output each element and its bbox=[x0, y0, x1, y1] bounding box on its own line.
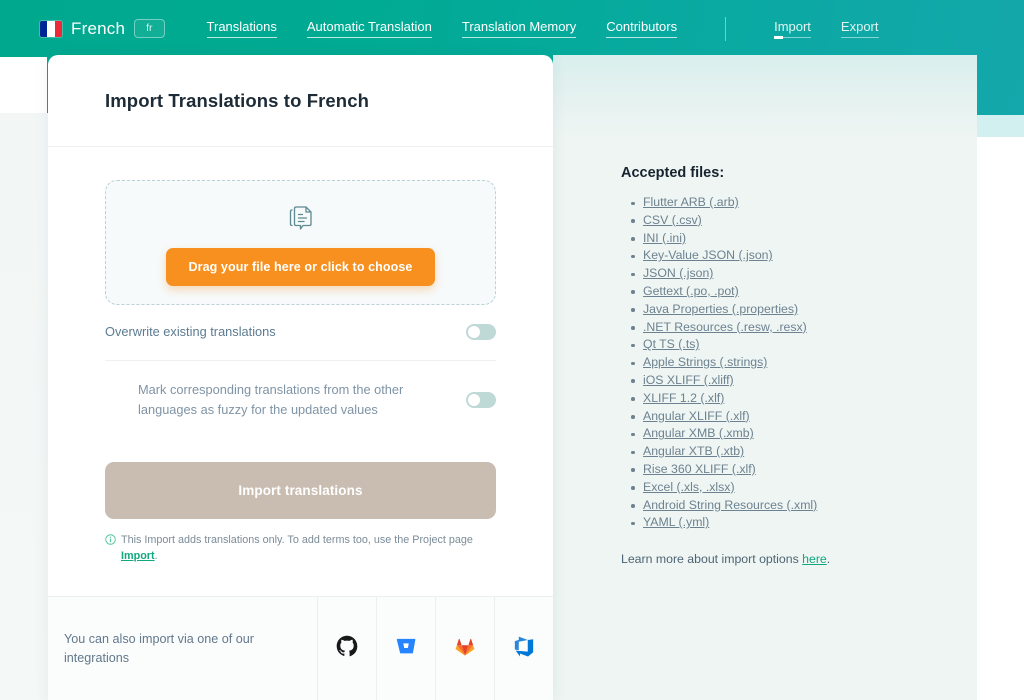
file-format-link[interactable]: Angular XMB (.xmb) bbox=[643, 426, 754, 440]
list-item: Angular XLIFF (.xlf) bbox=[643, 408, 977, 426]
option-overwrite-existing: Overwrite existing translations bbox=[105, 305, 496, 360]
integration-azure-devops[interactable] bbox=[494, 597, 553, 700]
list-item: Rise 360 XLIFF (.xlf) bbox=[643, 461, 977, 479]
nav-link-import[interactable]: Import bbox=[774, 19, 811, 38]
accepted-files-list: Flutter ARB (.arb) CSV (.csv) INI (.ini)… bbox=[621, 194, 977, 532]
list-item: Flutter ARB (.arb) bbox=[643, 194, 977, 212]
list-item: Key-Value JSON (.json) bbox=[643, 247, 977, 265]
header-right-accent bbox=[977, 115, 1024, 137]
choose-file-button[interactable]: Drag your file here or click to choose bbox=[166, 248, 434, 286]
gitlab-icon bbox=[454, 635, 476, 662]
overwrite-toggle[interactable] bbox=[466, 324, 496, 340]
top-navigation: French fr Translations Automatic Transla… bbox=[0, 0, 1024, 57]
azure-devops-icon bbox=[513, 635, 535, 662]
file-format-link[interactable]: Angular XTB (.xtb) bbox=[643, 444, 744, 458]
french-flag-icon bbox=[40, 21, 62, 37]
file-format-link[interactable]: Apple Strings (.strings) bbox=[643, 355, 767, 369]
nav-link-automatic-translation[interactable]: Automatic Translation bbox=[307, 19, 432, 38]
accepted-files-panel: Accepted files: Flutter ARB (.arb) CSV (… bbox=[553, 137, 977, 700]
import-note-body: This Import adds translations only. To a… bbox=[121, 534, 473, 546]
file-format-link[interactable]: Android String Resources (.xml) bbox=[643, 498, 817, 512]
list-item: Excel (.xls, .xlsx) bbox=[643, 479, 977, 497]
import-options-suffix: . bbox=[827, 552, 830, 566]
page-left-gutter bbox=[0, 113, 48, 700]
accepted-files-title: Accepted files: bbox=[621, 165, 977, 181]
list-item: JSON (.json) bbox=[643, 265, 977, 283]
project-page-import-link[interactable]: Import bbox=[121, 550, 155, 562]
integration-gitlab[interactable] bbox=[435, 597, 494, 700]
file-format-link[interactable]: XLIFF 1.2 (.xlf) bbox=[643, 391, 724, 405]
nav-links: Translations Automatic Translation Trans… bbox=[207, 17, 879, 41]
list-item: XLIFF 1.2 (.xlf) bbox=[643, 390, 977, 408]
list-item: CSV (.csv) bbox=[643, 212, 977, 230]
import-translations-button[interactable]: Import translations bbox=[105, 462, 496, 519]
list-item: Apple Strings (.strings) bbox=[643, 354, 977, 372]
file-format-link[interactable]: Angular XLIFF (.xlf) bbox=[643, 409, 750, 423]
integrations-footer: You can also import via one of our integ… bbox=[48, 596, 553, 700]
language-indicator[interactable]: French fr bbox=[40, 19, 165, 39]
language-name: French bbox=[71, 19, 125, 39]
nav-link-translations[interactable]: Translations bbox=[207, 19, 277, 38]
mark-fuzzy-toggle[interactable] bbox=[466, 392, 496, 408]
integrations-text: You can also import via one of our integ… bbox=[48, 597, 317, 700]
option-mark-fuzzy: Mark corresponding translations from the… bbox=[105, 360, 496, 439]
list-item: INI (.ini) bbox=[643, 230, 977, 248]
list-item: Java Properties (.properties) bbox=[643, 301, 977, 319]
file-format-link[interactable]: Key-Value JSON (.json) bbox=[643, 248, 773, 262]
file-format-link[interactable]: .NET Resources (.resw, .resx) bbox=[643, 320, 807, 334]
file-format-link[interactable]: JSON (.json) bbox=[643, 266, 713, 280]
nav-link-translation-memory[interactable]: Translation Memory bbox=[462, 19, 576, 38]
list-item: Gettext (.po, .pot) bbox=[643, 283, 977, 301]
import-options-link[interactable]: here bbox=[802, 552, 827, 566]
page-right-gutter bbox=[977, 137, 1024, 700]
list-item: YAML (.yml) bbox=[643, 514, 977, 532]
import-note-text: This Import adds translations only. To a… bbox=[121, 533, 496, 564]
file-format-link[interactable]: Qt TS (.ts) bbox=[643, 337, 699, 351]
integration-bitbucket[interactable] bbox=[376, 597, 435, 700]
option-label: Mark corresponding translations from the… bbox=[138, 380, 450, 420]
file-format-link[interactable]: Flutter ARB (.arb) bbox=[643, 195, 739, 209]
file-format-link[interactable]: CSV (.csv) bbox=[643, 213, 702, 227]
file-format-link[interactable]: YAML (.yml) bbox=[643, 515, 709, 529]
list-item: Android String Resources (.xml) bbox=[643, 497, 977, 515]
list-item: Qt TS (.ts) bbox=[643, 336, 977, 354]
file-format-link[interactable]: Excel (.xls, .xlsx) bbox=[643, 480, 735, 494]
list-item: Angular XTB (.xtb) bbox=[643, 443, 977, 461]
document-speech-icon bbox=[284, 200, 318, 234]
card-body: Drag your file here or click to choose O… bbox=[48, 147, 553, 565]
import-options-footer: Learn more about import options here. bbox=[621, 552, 977, 566]
import-note: This Import adds translations only. To a… bbox=[105, 533, 496, 564]
language-code-badge: fr bbox=[134, 19, 164, 39]
nav-link-contributors[interactable]: Contributors bbox=[606, 19, 677, 38]
github-icon bbox=[335, 634, 359, 663]
list-item: iOS XLIFF (.xliff) bbox=[643, 372, 977, 390]
file-format-link[interactable]: Gettext (.po, .pot) bbox=[643, 284, 739, 298]
import-card: Import Translations to French Drag your … bbox=[48, 55, 553, 700]
option-label: Overwrite existing translations bbox=[105, 322, 276, 342]
import-note-suffix: . bbox=[155, 550, 158, 562]
card-header: Import Translations to French bbox=[48, 55, 553, 147]
import-translations-page: French fr Translations Automatic Transla… bbox=[0, 0, 1024, 700]
file-format-link[interactable]: Java Properties (.properties) bbox=[643, 302, 798, 316]
file-format-link[interactable]: iOS XLIFF (.xliff) bbox=[643, 373, 734, 387]
import-options-text: Learn more about import options bbox=[621, 552, 799, 566]
file-format-link[interactable]: INI (.ini) bbox=[643, 231, 686, 245]
file-format-link[interactable]: Rise 360 XLIFF (.xlf) bbox=[643, 462, 756, 476]
nav-link-export[interactable]: Export bbox=[841, 19, 879, 38]
file-dropzone[interactable]: Drag your file here or click to choose bbox=[105, 180, 496, 305]
bitbucket-icon bbox=[395, 635, 417, 662]
page-title: Import Translations to French bbox=[105, 90, 369, 112]
info-circle-icon bbox=[105, 534, 116, 551]
list-item: .NET Resources (.resw, .resx) bbox=[643, 319, 977, 337]
integration-github[interactable] bbox=[317, 597, 376, 700]
list-item: Angular XMB (.xmb) bbox=[643, 425, 977, 443]
nav-divider bbox=[725, 17, 726, 41]
